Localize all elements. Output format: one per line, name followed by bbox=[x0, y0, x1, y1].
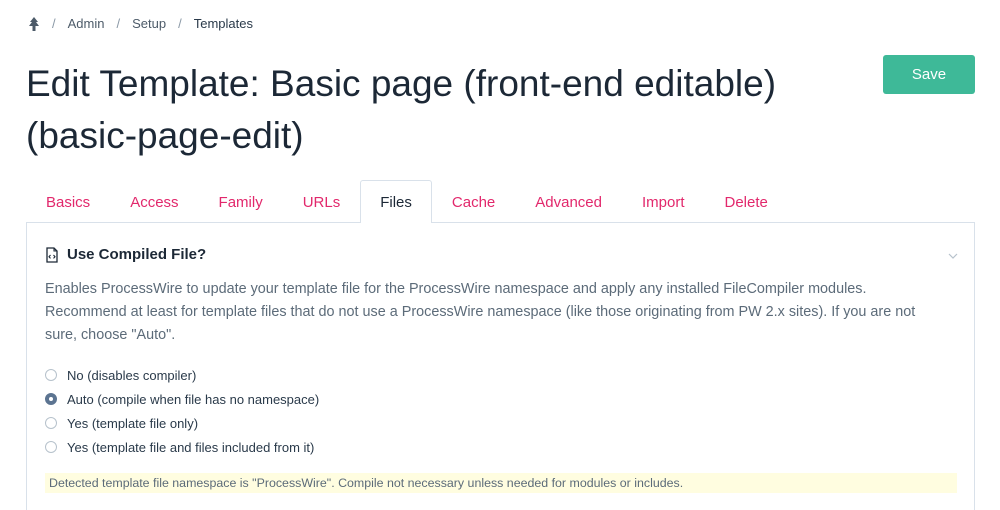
tab-files[interactable]: Files bbox=[360, 180, 432, 223]
breadcrumb-templates[interactable]: Templates bbox=[194, 16, 253, 31]
field-header[interactable]: Use Compiled File? bbox=[45, 246, 956, 263]
tab-bar: Basics Access Family URLs Files Cache Ad… bbox=[26, 179, 975, 223]
radio-option-yes-template[interactable]: Yes (template file only) bbox=[45, 411, 956, 435]
chevron-down-icon[interactable] bbox=[948, 248, 958, 259]
breadcrumb-separator: / bbox=[52, 16, 56, 31]
radio-button[interactable] bbox=[45, 417, 57, 429]
field-notes: Detected template file namespace is "Pro… bbox=[45, 473, 957, 493]
breadcrumb-separator: / bbox=[178, 16, 182, 31]
tab-import[interactable]: Import bbox=[622, 180, 705, 223]
breadcrumb: / Admin / Setup / Templates bbox=[28, 16, 253, 31]
breadcrumb-admin[interactable]: Admin bbox=[68, 16, 105, 31]
tab-delete[interactable]: Delete bbox=[705, 180, 788, 223]
file-code-icon bbox=[45, 246, 59, 263]
radio-group: No (disables compiler) Auto (compile whe… bbox=[45, 363, 956, 459]
radio-label: Yes (template file only) bbox=[67, 415, 199, 431]
radio-option-auto[interactable]: Auto (compile when file has no namespace… bbox=[45, 387, 956, 411]
tab-basics[interactable]: Basics bbox=[26, 180, 110, 223]
tab-family[interactable]: Family bbox=[199, 180, 283, 223]
tab-cache[interactable]: Cache bbox=[432, 180, 515, 223]
radio-button[interactable] bbox=[45, 441, 57, 453]
radio-option-yes-included[interactable]: Yes (template file and files included fr… bbox=[45, 435, 956, 459]
field-description: Enables ProcessWire to update your templ… bbox=[45, 281, 916, 343]
tab-advanced[interactable]: Advanced bbox=[515, 180, 622, 223]
breadcrumb-setup[interactable]: Setup bbox=[132, 16, 166, 31]
page-title: Edit Template: Basic page (front-end edi… bbox=[26, 63, 777, 156]
radio-button[interactable] bbox=[45, 369, 57, 381]
save-button[interactable]: Save bbox=[883, 55, 975, 94]
radio-button[interactable] bbox=[45, 393, 57, 405]
breadcrumb-separator: / bbox=[116, 16, 121, 31]
field-label: Use Compiled File? bbox=[67, 246, 207, 263]
tab-access[interactable]: Access bbox=[110, 180, 198, 223]
radio-option-no[interactable]: No (disables compiler) bbox=[45, 363, 956, 387]
radio-label: Auto (compile when file has no namespace… bbox=[67, 391, 320, 407]
tree-icon[interactable] bbox=[28, 16, 40, 31]
tab-urls[interactable]: URLs bbox=[283, 180, 361, 223]
radio-label: No (disables compiler) bbox=[67, 367, 197, 383]
field-panel: Use Compiled File? Enables ProcessWire t… bbox=[26, 222, 975, 510]
radio-label: Yes (template file and files included fr… bbox=[67, 439, 315, 455]
